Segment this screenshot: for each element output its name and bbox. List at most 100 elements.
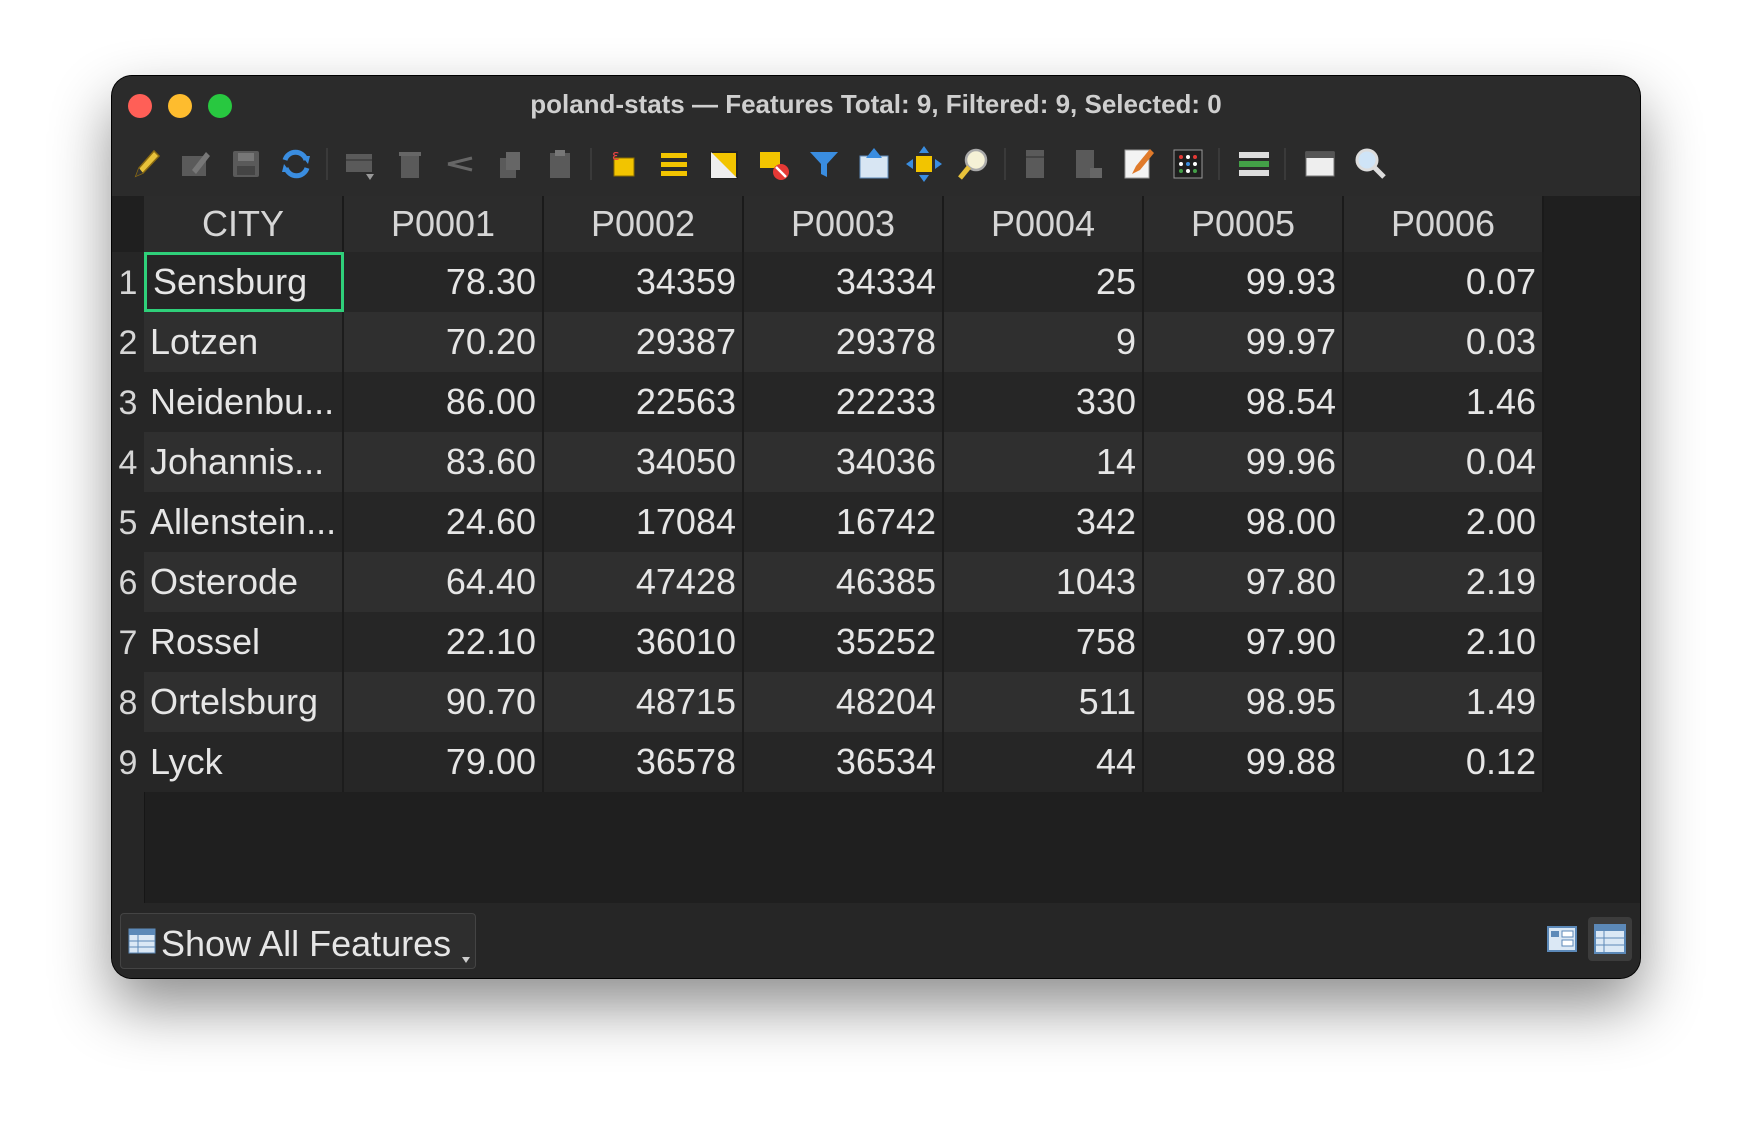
select-by-expression-icon[interactable]: ε: [604, 144, 644, 184]
zoom-to-selection-icon[interactable]: [954, 144, 994, 184]
table-cell-p0006[interactable]: 2.19: [1344, 552, 1544, 612]
table-cell-p0003[interactable]: 16742: [744, 492, 944, 552]
table-cell-p0003[interactable]: 34334: [744, 252, 944, 312]
table-row[interactable]: 4 Johannis... 83.60 34050 34036 14 99.96 0.04: [112, 432, 1544, 492]
table-cell-p0006[interactable]: 1.46: [1344, 372, 1544, 432]
table-cell-p0006[interactable]: 1.49: [1344, 672, 1544, 732]
table-cell-p0001[interactable]: 24.60: [344, 492, 544, 552]
select-all-icon[interactable]: [654, 144, 694, 184]
table-cell-p0003[interactable]: 35252: [744, 612, 944, 672]
column-header-p0004[interactable]: P0004: [944, 196, 1144, 252]
table-row[interactable]: 6 Osterode 64.40 47428 46385 1043 97.80 2.19: [112, 552, 1544, 612]
table-row[interactable]: 5 Allenstein... 24.60 17084 16742 342 98.00 2.0…: [112, 492, 1544, 552]
column-header-p0006[interactable]: P0006: [1344, 196, 1544, 252]
form-view-icon[interactable]: [1540, 917, 1584, 961]
column-header-p0003[interactable]: P0003: [744, 196, 944, 252]
add-feature-icon[interactable]: [340, 144, 380, 184]
table-cell-p0005[interactable]: 99.93: [1144, 252, 1344, 312]
table-cell-p0006[interactable]: 2.10: [1344, 612, 1544, 672]
table-cell-city[interactable]: Lotzen: [144, 312, 344, 372]
column-header-p0001[interactable]: P0001: [344, 196, 544, 252]
column-header-p0002[interactable]: P0002: [544, 196, 744, 252]
table-cell-p0001[interactable]: 78.30: [344, 252, 544, 312]
table-cell-city[interactable]: Lyck: [144, 732, 344, 792]
table-cell-p0003[interactable]: 22233: [744, 372, 944, 432]
table-cell-p0002[interactable]: 47428: [544, 552, 744, 612]
table-cell-p0005[interactable]: 98.95: [1144, 672, 1344, 732]
column-header-p0005[interactable]: P0005: [1144, 196, 1344, 252]
move-selection-top-icon[interactable]: [854, 144, 894, 184]
table-cell-p0003[interactable]: 34036: [744, 432, 944, 492]
table-cell-p0005[interactable]: 99.88: [1144, 732, 1344, 792]
table-cell-city[interactable]: Neidenbu...: [144, 372, 344, 432]
new-field-icon[interactable]: [1018, 144, 1058, 184]
row-number[interactable]: 2: [112, 312, 144, 372]
table-cell-p0006[interactable]: 0.04: [1344, 432, 1544, 492]
table-cell-p0005[interactable]: 99.97: [1144, 312, 1344, 372]
table-cell-p0004[interactable]: 9: [944, 312, 1144, 372]
table-cell-p0001[interactable]: 64.40: [344, 552, 544, 612]
table-cell-city[interactable]: Osterode: [144, 552, 344, 612]
table-row[interactable]: 7 Rossel 22.10 36010 35252 758 97.90 2.10: [112, 612, 1544, 672]
table-cell-p0003[interactable]: 46385: [744, 552, 944, 612]
search-icon[interactable]: [1350, 144, 1390, 184]
table-cell-p0001[interactable]: 70.20: [344, 312, 544, 372]
table-cell-p0001[interactable]: 86.00: [344, 372, 544, 432]
table-cell-p0005[interactable]: 97.80: [1144, 552, 1344, 612]
table-cell-p0002[interactable]: 34050: [544, 432, 744, 492]
table-cell-city[interactable]: Rossel: [144, 612, 344, 672]
table-cell-p0006[interactable]: 0.12: [1344, 732, 1544, 792]
table-cell-city[interactable]: Allenstein...: [144, 492, 344, 552]
table-cell-p0003[interactable]: 48204: [744, 672, 944, 732]
cut-icon[interactable]: [440, 144, 480, 184]
table-cell-p0004[interactable]: 758: [944, 612, 1144, 672]
table-cell-p0001[interactable]: 79.00: [344, 732, 544, 792]
dock-table-icon[interactable]: [1300, 144, 1340, 184]
table-row[interactable]: 8 Ortelsburg 90.70 48715 48204 511 98.95 1.49: [112, 672, 1544, 732]
table-cell-p0002[interactable]: 29387: [544, 312, 744, 372]
table-cell-p0002[interactable]: 22563: [544, 372, 744, 432]
row-number[interactable]: 5: [112, 492, 144, 552]
table-view-icon[interactable]: [1588, 917, 1632, 961]
table-cell-p0001[interactable]: 22.10: [344, 612, 544, 672]
table-row[interactable]: 9 Lyck 79.00 36578 36534 44 99.88 0.12: [112, 732, 1544, 792]
table-cell-p0005[interactable]: 98.00: [1144, 492, 1344, 552]
table-cell-p0004[interactable]: 1043: [944, 552, 1144, 612]
table-cell-p0006[interactable]: 0.07: [1344, 252, 1544, 312]
table-cell-p0002[interactable]: 17084: [544, 492, 744, 552]
table-cell-p0005[interactable]: 99.96: [1144, 432, 1344, 492]
feature-filter-dropdown[interactable]: Show All Features: [120, 913, 476, 969]
table-row[interactable]: 1 Sensburg 78.30 34359 34334 25 99.93 0.07: [112, 252, 1544, 312]
reload-icon[interactable]: [276, 144, 316, 184]
delete-feature-icon[interactable]: [390, 144, 430, 184]
table-cell-p0006[interactable]: 2.00: [1344, 492, 1544, 552]
row-number[interactable]: 3: [112, 372, 144, 432]
table-cell-p0003[interactable]: 36534: [744, 732, 944, 792]
row-number[interactable]: 8: [112, 672, 144, 732]
row-number[interactable]: 1: [112, 252, 144, 312]
pan-to-selection-icon[interactable]: [904, 144, 944, 184]
actions-icon[interactable]: [1234, 144, 1274, 184]
table-cell-p0005[interactable]: 97.90: [1144, 612, 1344, 672]
table-cell-p0004[interactable]: 14: [944, 432, 1144, 492]
table-cell-p0004[interactable]: 342: [944, 492, 1144, 552]
table-cell-city[interactable]: Johannis...: [144, 432, 344, 492]
table-cell-p0002[interactable]: 36578: [544, 732, 744, 792]
table-cell-city[interactable]: Sensburg: [144, 252, 344, 312]
table-cell-p0002[interactable]: 48715: [544, 672, 744, 732]
table-cell-p0004[interactable]: 511: [944, 672, 1144, 732]
table-cell-p0006[interactable]: 0.03: [1344, 312, 1544, 372]
filter-select-icon[interactable]: [804, 144, 844, 184]
table-cell-p0004[interactable]: 44: [944, 732, 1144, 792]
table-cell-p0005[interactable]: 98.54: [1144, 372, 1344, 432]
table-cell-p0004[interactable]: 330: [944, 372, 1144, 432]
table-cell-p0002[interactable]: 34359: [544, 252, 744, 312]
row-number[interactable]: 4: [112, 432, 144, 492]
table-cell-city[interactable]: Ortelsburg: [144, 672, 344, 732]
table-cell-p0003[interactable]: 29378: [744, 312, 944, 372]
table-row[interactable]: 2 Lotzen 70.20 29387 29378 9 99.97 0.03: [112, 312, 1544, 372]
toggle-editing-icon[interactable]: [126, 144, 166, 184]
row-number[interactable]: 6: [112, 552, 144, 612]
column-header-city[interactable]: CITY: [144, 196, 344, 252]
multi-edit-icon[interactable]: [176, 144, 216, 184]
